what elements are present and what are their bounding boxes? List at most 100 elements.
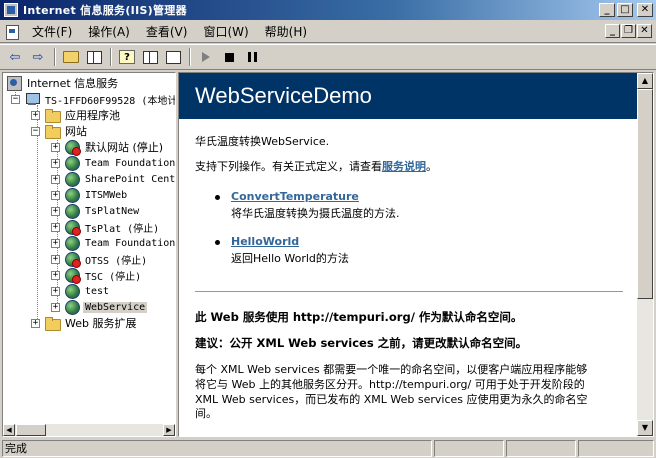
mdi-minimize-button[interactable]: _ xyxy=(605,24,620,38)
help-button[interactable]: ? xyxy=(116,46,138,68)
back-button[interactable]: ⇦ xyxy=(4,46,26,68)
operation-link-helloworld[interactable]: HelloWorld xyxy=(231,235,299,248)
properties-button[interactable] xyxy=(139,46,161,68)
expand-icon[interactable]: + xyxy=(51,302,60,312)
expand-icon[interactable]: + xyxy=(51,158,60,168)
bullet-icon xyxy=(215,195,220,200)
tree-item-site[interactable]: + SharePoint Cent xyxy=(51,171,175,187)
mdi-close-button[interactable]: ✕ xyxy=(637,24,652,38)
web-service-page[interactable]: WebServiceDemo 华氏温度转换WebService. 支持下列操作。… xyxy=(178,72,654,437)
stop-button[interactable] xyxy=(218,46,240,68)
menu-view[interactable]: 查看(V) xyxy=(138,23,196,41)
expand-icon[interactable]: + xyxy=(51,190,60,200)
tree-item-web-service-extensions[interactable]: + Web 服务扩展 xyxy=(31,315,138,331)
tree-item-server[interactable]: − TS-1FFD60F99528 (本地计 xyxy=(11,91,175,107)
iis-app-icon xyxy=(4,3,18,17)
maximize-button[interactable]: □ xyxy=(617,3,633,17)
website-stopped-icon xyxy=(64,267,81,284)
show-hide-tree-button[interactable] xyxy=(83,46,105,68)
expand-icon[interactable]: + xyxy=(31,318,40,328)
expand-icon[interactable]: + xyxy=(51,206,60,216)
expand-icon[interactable]: + xyxy=(51,142,60,152)
status-panel xyxy=(578,440,654,457)
tree-item-site-selected[interactable]: + WebService xyxy=(51,299,148,315)
scroll-thumb[interactable] xyxy=(637,89,653,299)
tree-item-site[interactable]: + OTSS (停止) xyxy=(51,251,149,268)
collapse-icon[interactable]: − xyxy=(31,126,40,136)
expand-icon[interactable]: + xyxy=(51,254,60,264)
forward-button[interactable]: ⇨ xyxy=(27,46,49,68)
tree-item-site[interactable]: + ITSMWeb xyxy=(51,187,129,203)
up-level-button[interactable] xyxy=(60,46,82,68)
collapse-icon[interactable]: − xyxy=(11,94,20,104)
pause-icon xyxy=(247,52,257,62)
supported-operations-text: 支持下列操作。有关正式定义，请查看 xyxy=(195,160,382,173)
expand-icon[interactable]: + xyxy=(51,270,60,280)
scroll-left-button[interactable]: ◀ xyxy=(3,424,15,436)
tree-item-site[interactable]: + TsPlat (停止) xyxy=(51,219,161,236)
namespace-recommendation: 建议：公开 XML Web services 之前，请更改默认命名空间。 xyxy=(195,336,528,350)
mdi-controls: _ ❐ ✕ xyxy=(605,24,652,38)
expand-icon[interactable]: + xyxy=(51,238,60,248)
paragraph-line: 每个 XML Web services 都需要一个唯一的命名空间，以便客户端应用… xyxy=(195,363,588,376)
operation-name[interactable]: ConvertTemperature xyxy=(231,190,359,203)
title-bar[interactable]: Internet 信息服务(IIS)管理器 _ □ ✕ xyxy=(0,0,656,20)
paragraph-line: 将它与 Web 上的其他服务区分开。http://tempuri.org/ 可用… xyxy=(195,378,585,391)
tree-item-app-pools[interactable]: + 应用程序池 xyxy=(31,107,122,123)
menu-file[interactable]: 文件(F) xyxy=(24,23,80,41)
mdi-restore-button[interactable]: ❐ xyxy=(621,24,636,38)
tree-item-site[interactable]: + 默认网站 (停止) xyxy=(51,139,165,156)
status-bar: 完成 xyxy=(0,439,656,458)
menu-window[interactable]: 窗口(W) xyxy=(195,23,256,41)
tree-item-iis-root[interactable]: Internet 信息服务 xyxy=(6,75,120,91)
close-button[interactable]: ✕ xyxy=(637,3,653,17)
namespace-note: 此 Web 服务使用 http://tempuri.org/ 作为默认命名空间。 xyxy=(195,310,523,324)
operation-desc: 返回Hello World的方法 xyxy=(231,252,349,265)
tree-item-site[interactable]: + Team Foundation xyxy=(51,235,175,251)
start-button[interactable] xyxy=(195,46,217,68)
document-icon[interactable] xyxy=(4,24,20,40)
stop-icon xyxy=(224,52,234,62)
expand-icon[interactable]: + xyxy=(51,174,60,184)
tree-item-site[interactable]: + test xyxy=(51,283,111,299)
tree-item-site[interactable]: + Team Foundation xyxy=(51,155,175,171)
tree-item-site[interactable]: + TsPlatNew xyxy=(51,203,141,219)
expand-icon[interactable]: + xyxy=(51,286,60,296)
status-panel xyxy=(506,440,576,457)
scroll-up-button[interactable]: ▲ xyxy=(637,73,653,89)
content-vertical-scrollbar[interactable]: ▲ ▼ xyxy=(637,73,653,436)
console-tree-icon xyxy=(86,50,102,64)
website-icon xyxy=(64,235,80,251)
operation-name[interactable]: HelloWorld xyxy=(231,235,299,248)
scroll-right-button[interactable]: ▶ xyxy=(163,424,175,436)
paragraph-line: XML Web services，而已发布的 XML Web services … xyxy=(195,393,588,406)
expand-icon[interactable]: + xyxy=(31,110,40,120)
website-icon xyxy=(64,299,80,315)
tree-item-site[interactable]: + TSC (停止) xyxy=(51,267,143,284)
export-list-button[interactable] xyxy=(162,46,184,68)
help-icon: ? xyxy=(119,50,135,64)
website-icon xyxy=(64,283,80,299)
service-description-link[interactable]: 服务说明 xyxy=(382,160,426,173)
website-icon xyxy=(64,171,80,187)
tree-horizontal-scrollbar[interactable]: ◀ ▶ xyxy=(3,424,175,436)
minimize-button[interactable]: _ xyxy=(599,3,615,17)
divider xyxy=(195,291,623,292)
menu-action[interactable]: 操作(A) xyxy=(80,23,138,41)
bullet-icon xyxy=(215,240,220,245)
expand-icon[interactable]: + xyxy=(51,222,60,232)
iis-icon xyxy=(6,75,22,91)
scroll-track[interactable] xyxy=(46,424,163,436)
folder-open-icon xyxy=(44,123,61,139)
export-icon xyxy=(165,50,181,64)
scroll-down-button[interactable]: ▼ xyxy=(637,420,653,436)
scroll-thumb[interactable] xyxy=(16,424,46,436)
console-tree-pane[interactable]: Internet 信息服务 − TS-1FFD60F99528 (本地计 + 应… xyxy=(2,72,176,437)
computer-icon xyxy=(24,91,40,107)
menu-help[interactable]: 帮助(H) xyxy=(257,23,315,41)
pause-button[interactable] xyxy=(241,46,263,68)
operation-link-convert[interactable]: ConvertTemperature xyxy=(231,190,359,203)
website-stopped-icon xyxy=(64,219,81,236)
tree-item-websites[interactable]: − 网站 xyxy=(31,123,89,139)
toolbar-separator xyxy=(189,48,191,66)
